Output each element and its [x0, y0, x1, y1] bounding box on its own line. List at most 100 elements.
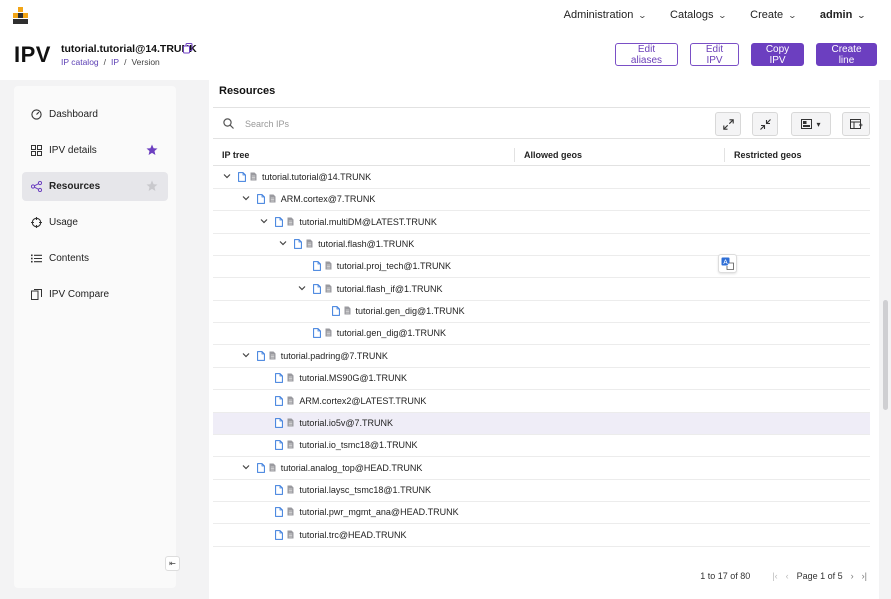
pagination-range: 1 to 17 of 80: [700, 571, 751, 581]
tree-row[interactable]: tutorial.MS90G@1.TRUNK: [213, 368, 870, 391]
tree-row[interactable]: tutorial.tutorial@14.TRUNK: [213, 167, 870, 189]
chevron-down-icon[interactable]: [279, 239, 287, 247]
tree-row[interactable]: tutorial.flash@1.TRUNK: [213, 234, 870, 257]
tree-row[interactable]: tutorial.flash_if@1.TRUNK: [213, 279, 870, 301]
sidebar-item-dashboard[interactable]: Dashboard: [22, 100, 168, 129]
app-logo-icon[interactable]: [12, 7, 29, 24]
tree-row-label[interactable]: tutorial.multiDM@LATEST.TRUNK: [299, 217, 437, 227]
tree-row-label[interactable]: tutorial.trc@HEAD.TRUNK: [299, 530, 406, 540]
collapse-sidebar-button[interactable]: ⇤: [165, 556, 180, 571]
tree-row[interactable]: tutorial.pwr_mgmt_ana@HEAD.TRUNK: [213, 502, 870, 525]
file-icon: [238, 172, 246, 182]
tree-row-label[interactable]: tutorial.io5v@7.TRUNK: [299, 418, 393, 428]
translate-icon[interactable]: A: [718, 254, 737, 273]
tree-row[interactable]: tutorial.padring@7.TRUNK: [213, 346, 870, 368]
tree-row[interactable]: tutorial.analog_top@HEAD.TRUNK: [213, 458, 870, 480]
chevron-down-icon: ⌄: [787, 10, 798, 20]
tree-row-label[interactable]: tutorial.flash_if@1.TRUNK: [337, 284, 443, 294]
view-options-dropdown[interactable]: ▾: [791, 112, 831, 136]
file-icon: [275, 440, 284, 451]
document-icon: [344, 306, 350, 315]
sidebar-item-contents[interactable]: Contents: [22, 244, 168, 273]
nav-catalogs[interactable]: Catalogs ⌄: [670, 9, 727, 21]
column-resize-handle[interactable]: [724, 148, 725, 162]
document-icon: [325, 284, 332, 293]
column-ip-tree[interactable]: IP tree: [222, 150, 249, 160]
chevron-down-icon[interactable]: [242, 351, 250, 359]
last-page-button[interactable]: ›|: [862, 571, 867, 581]
edit-aliases-button[interactable]: Edit aliases: [615, 43, 678, 66]
crosshair-icon: [31, 217, 42, 228]
tree-row-label[interactable]: ARM.cortex2@LATEST.TRUNK: [299, 396, 426, 406]
create-line-button[interactable]: Create line: [816, 43, 877, 66]
tree-row-label[interactable]: tutorial.flash@1.TRUNK: [318, 239, 414, 249]
nav-create[interactable]: Create ⌄: [750, 9, 798, 21]
tree-row-label[interactable]: tutorial.pwr_mgmt_ana@HEAD.TRUNK: [299, 507, 458, 517]
tree-row-label[interactable]: tutorial.padring@7.TRUNK: [281, 351, 388, 361]
file-icon: [312, 328, 321, 339]
star-outline-icon[interactable]: [146, 180, 158, 192]
tree-row[interactable]: tutorial.gen_dig@1.TRUNK: [213, 323, 870, 346]
search-input[interactable]: [245, 114, 645, 134]
nav-administration[interactable]: Administration ⌄: [564, 9, 648, 21]
tree-row-label[interactable]: tutorial.gen_dig@1.TRUNK: [337, 328, 446, 338]
sidebar-item-resources[interactable]: Resources: [22, 172, 168, 201]
next-page-button[interactable]: ›: [851, 571, 854, 581]
tree-row[interactable]: tutorial.io_tsmc18@1.TRUNK: [213, 435, 870, 458]
tree-row[interactable]: tutorial.io5v@7.TRUNK: [213, 412, 870, 435]
scrollbar-thumb[interactable]: [883, 300, 888, 410]
chevron-down-icon[interactable]: [223, 172, 231, 180]
chevron-down-icon[interactable]: [242, 463, 250, 471]
column-resize-handle[interactable]: [514, 148, 515, 162]
tree-row-label[interactable]: tutorial.io_tsmc18@1.TRUNK: [299, 440, 417, 450]
section-title: Resources: [219, 85, 276, 97]
edit-ipv-button[interactable]: Edit IPV: [690, 43, 739, 66]
file-icon: [312, 283, 321, 294]
tree-row-label[interactable]: ARM.cortex@7.TRUNK: [281, 194, 376, 204]
file-icon: [331, 306, 340, 316]
columns-button[interactable]: [842, 112, 870, 136]
breadcrumb-ip[interactable]: IP: [111, 57, 119, 67]
tree-row-label[interactable]: tutorial.analog_top@HEAD.TRUNK: [281, 463, 423, 473]
star-filled-icon[interactable]: [146, 144, 158, 156]
copy-icon[interactable]: [183, 43, 193, 54]
sidebar-item-ipv-compare[interactable]: IPV Compare: [22, 280, 168, 309]
document-icon: [287, 507, 294, 516]
grid-icon: [31, 145, 42, 156]
image-icon: [801, 119, 813, 129]
document-icon: [269, 463, 276, 472]
copy-ipv-button[interactable]: Copy IPV: [751, 43, 804, 66]
tree-row-label[interactable]: tutorial.gen_dig@1.TRUNK: [356, 306, 465, 316]
tree-row[interactable]: tutorial.gen_dig@1.TRUNK: [213, 301, 870, 324]
sidebar-item-usage[interactable]: Usage: [22, 208, 168, 237]
column-allowed-geos[interactable]: Allowed geos: [524, 150, 582, 160]
sidebar-item-label: Resources: [49, 181, 101, 192]
column-restricted-geos[interactable]: Restricted geos: [734, 150, 802, 160]
tree-row[interactable]: tutorial.multiDM@LATEST.TRUNK: [213, 212, 870, 234]
tree-row-label[interactable]: tutorial.laysc_tsmc18@1.TRUNK: [299, 485, 431, 495]
file-icon: [275, 507, 284, 518]
collapse-all-button[interactable]: [752, 112, 778, 136]
expand-all-button[interactable]: [715, 112, 741, 136]
file-icon: [256, 462, 265, 473]
user-menu[interactable]: admin ⌄: [820, 9, 866, 21]
tree-row-label[interactable]: tutorial.MS90G@1.TRUNK: [299, 373, 407, 383]
tree-row-label[interactable]: tutorial.tutorial@14.TRUNK: [262, 172, 371, 182]
chevron-down-icon[interactable]: [298, 284, 306, 292]
tree-row[interactable]: tutorial.trc@HEAD.TRUNK: [213, 525, 870, 547]
sidebar-item-ipv-details[interactable]: IPV details: [22, 136, 168, 165]
chevron-down-icon[interactable]: [260, 217, 268, 225]
breadcrumb-ip-catalog[interactable]: IP catalog: [61, 57, 99, 67]
breadcrumb: IP catalog / IP / Version: [61, 57, 160, 67]
collapse-icon: [759, 118, 771, 130]
ipv-name: tutorial.tutorial@14.TRUNK: [61, 43, 197, 55]
chevron-down-icon[interactable]: [242, 194, 250, 202]
first-page-button[interactable]: |‹: [772, 571, 777, 581]
tree-row[interactable]: ARM.cortex2@LATEST.TRUNK: [213, 391, 870, 413]
tree-row[interactable]: ARM.cortex@7.TRUNK: [213, 189, 870, 212]
tree-row[interactable]: tutorial.laysc_tsmc18@1.TRUNK: [213, 480, 870, 502]
document-icon: [287, 217, 294, 226]
tree-row-label[interactable]: tutorial.proj_tech@1.TRUNK: [337, 261, 451, 271]
tree-row[interactable]: tutorial.proj_tech@1.TRUNK: [213, 256, 870, 279]
previous-page-button[interactable]: ‹: [786, 571, 789, 581]
